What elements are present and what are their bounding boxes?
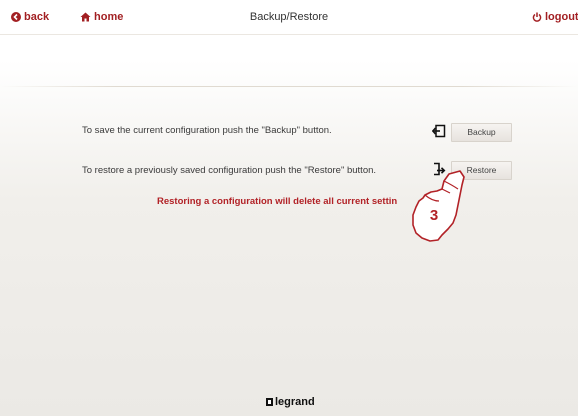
- backup-button[interactable]: Backup: [451, 123, 512, 142]
- pointing-hand-callout: 3: [404, 165, 474, 245]
- top-bar: back home Backup/Restore logout: [0, 0, 578, 35]
- logout-label: logout: [545, 11, 578, 23]
- restore-warning: Restoring a configuration will delete al…: [157, 196, 398, 207]
- logout-button[interactable]: logout: [532, 11, 578, 23]
- power-icon: [532, 12, 542, 22]
- backup-icon: [432, 124, 446, 138]
- backup-instruction: To save the current configuration push t…: [82, 125, 332, 136]
- section-divider: [0, 86, 578, 87]
- restore-instruction: To restore a previously saved configurat…: [82, 165, 377, 176]
- backup-restore-page: back home Backup/Restore logout To save …: [0, 0, 578, 416]
- pointing-hand-icon: 3: [412, 170, 465, 242]
- logo-text: legrand: [275, 396, 315, 408]
- page-title: Backup/Restore: [249, 11, 329, 23]
- step-number: 3: [430, 207, 438, 224]
- legrand-logo: legrand: [266, 396, 315, 408]
- logo-mark-icon: [266, 398, 273, 406]
